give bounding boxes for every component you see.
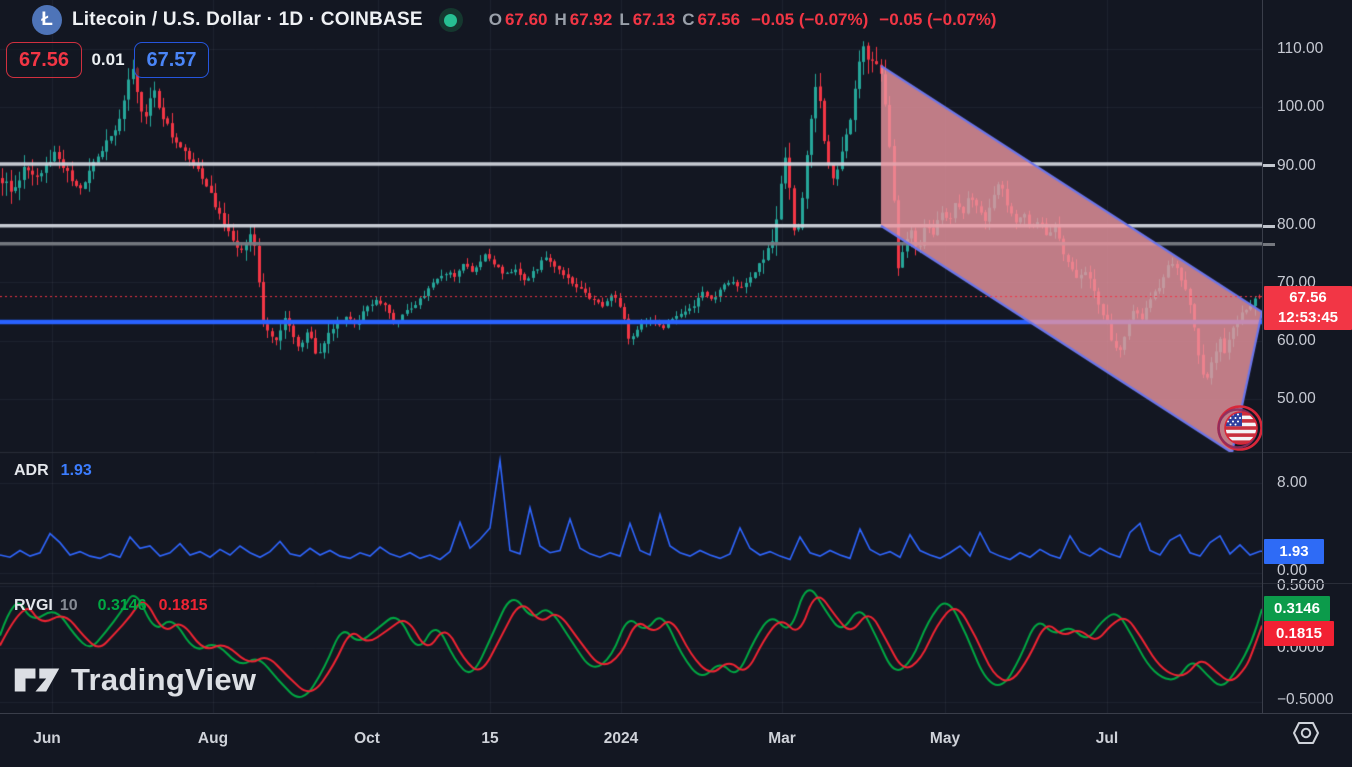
sell-price-button[interactable]: 67.56	[6, 42, 82, 78]
adr-indicator-header[interactable]: ADR 1.93	[14, 462, 92, 480]
spread-value: 0.01	[91, 50, 125, 69]
level-tick-mark	[1263, 243, 1275, 246]
pane-separator	[1263, 452, 1352, 453]
bar-countdown: 12:53:45	[1277, 309, 1339, 326]
rvgi-main-axis-label: 0.3146	[1264, 596, 1330, 621]
price-axis[interactable]: 110.00 100.00 90.00 80.00 70.00 60.00 50.00 8.0…	[1262, 0, 1352, 713]
time-axis[interactable]: Jun Aug Oct 15 2024 Mar May Jul	[0, 713, 1352, 767]
time-tick-label: 2024	[603, 730, 639, 747]
axis-tick-label: 60.00	[1277, 332, 1316, 349]
symbol-title[interactable]: Litecoin / U.S. Dollar · 1D · COINBASE	[72, 9, 423, 31]
time-tick-label: Jun	[33, 730, 61, 747]
axis-tick-label: −0.5000	[1277, 691, 1334, 708]
ohlc-letter: L	[619, 10, 630, 29]
us-flag-sticker[interactable]	[1216, 404, 1264, 452]
level-tick-mark	[1263, 164, 1275, 167]
change: −0.05 (−0.07%)	[751, 10, 869, 29]
axis-tick-label: 90.00	[1277, 157, 1316, 174]
ohlc-value: 67.60	[504, 10, 548, 29]
tradingview-chart-app: Ł Litecoin / U.S. Dollar · 1D · COINBASE…	[0, 0, 1352, 767]
ohlc-letter: O	[488, 10, 502, 29]
litecoin-logo-icon[interactable]: Ł	[32, 5, 62, 35]
rvgi-main-value: 0.3146	[97, 597, 147, 614]
chart-settings-icon[interactable]	[1292, 720, 1320, 746]
last-price-value: 67.56	[1289, 289, 1327, 306]
axis-tick-label: 50.00	[1277, 390, 1316, 407]
ohlc-value: 67.92	[569, 10, 613, 29]
market-status-icon[interactable]	[438, 8, 463, 32]
time-tick-label: Oct	[354, 730, 380, 747]
rvgi-signal-value: 0.1815	[158, 597, 208, 614]
pane-separator	[1263, 583, 1352, 584]
tradingview-watermark[interactable]: TradingView	[14, 662, 256, 698]
tradingview-logo-icon	[14, 668, 60, 692]
adr-indicator-name: ADR	[14, 462, 49, 479]
time-tick-label: Aug	[197, 730, 229, 747]
level-tick-mark	[1263, 225, 1275, 228]
axis-tick-label: 0.5000	[1277, 577, 1325, 594]
time-tick-label: 15	[481, 730, 499, 747]
last-price-label: 67.56 12:53:45	[1264, 286, 1352, 330]
adr-axis-label: 1.93	[1264, 539, 1324, 564]
bid-ask-row: 67.56 0.01 67.57	[6, 42, 209, 78]
axis-tick-label: 80.00	[1277, 216, 1316, 233]
time-tick-label: May	[929, 730, 961, 747]
ohlc-letter: H	[554, 10, 567, 29]
buy-price-button[interactable]: 67.57	[134, 42, 209, 78]
axis-tick-label: 100.00	[1277, 98, 1325, 115]
litecoin-glyph: Ł	[41, 9, 53, 30]
adr-indicator-value: 1.93	[60, 462, 92, 479]
axis-tick-label: 8.00	[1277, 474, 1308, 491]
rvgi-signal-axis-label: 0.1815	[1264, 621, 1334, 646]
tradingview-watermark-text: TradingView	[71, 662, 257, 697]
rvgi-indicator-header[interactable]: RVGI 10 0.3146 0.1815	[14, 597, 208, 615]
ohlc-letter: C	[682, 10, 695, 29]
axis-tick-label: 110.00	[1277, 40, 1324, 57]
ohlc-readout: O 67.60 H 67.92 L 67.13 C 67.56 −0.05 (−0.07%) −0…	[489, 10, 997, 30]
ohlc-value: 67.13	[632, 10, 676, 29]
rvgi-indicator-param: 10	[59, 597, 78, 614]
time-tick-label: Jul	[1095, 730, 1119, 747]
rvgi-indicator-name: RVGI	[14, 597, 53, 614]
symbol-header: Ł Litecoin / U.S. Dollar · 1D · COINBASE…	[32, 3, 996, 37]
time-tick-label: Mar	[768, 730, 796, 747]
change-extended: −0.05 (−0.07%)	[879, 10, 997, 29]
ohlc-value: 67.56	[697, 10, 741, 29]
